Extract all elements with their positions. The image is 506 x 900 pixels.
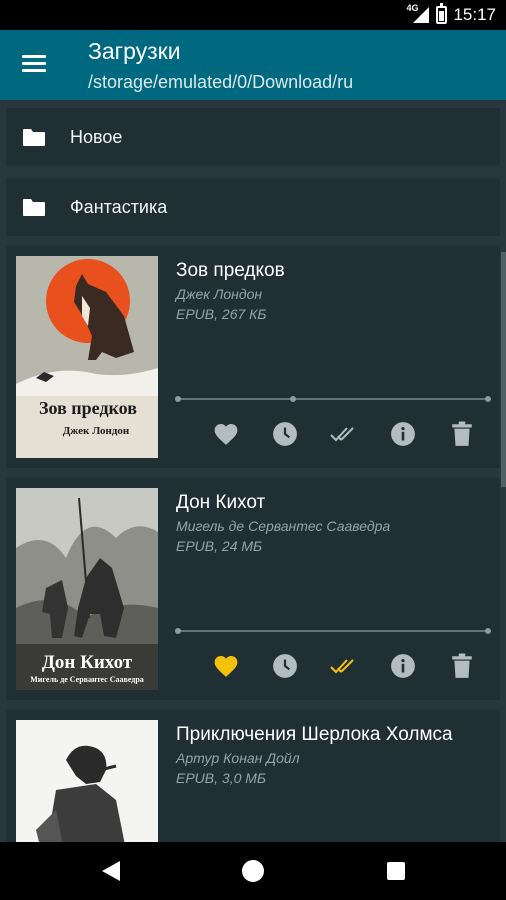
favorite-button[interactable] (206, 414, 246, 454)
back-button[interactable] (98, 857, 126, 885)
book-card-call-of-the-wild[interactable]: Зов предков Джек Лондон Зов предков Джек… (6, 246, 500, 468)
home-icon (242, 860, 264, 882)
book-format-size: EPUB, 3,0 МБ (176, 770, 267, 786)
book-card-sherlock-holmes[interactable]: Приключения Шерлока Холмса Артур Конан Д… (6, 710, 500, 842)
book-title: Дон Кихот (176, 492, 266, 513)
book-format-size: EPUB, 267 КБ (176, 306, 267, 322)
progress-dot (175, 396, 181, 402)
folder-icon (23, 199, 45, 216)
menu-icon-line (22, 62, 46, 65)
book-cover[interactable]: Зов предков Джек Лондон (16, 256, 158, 458)
book-author: Мигель де Сервантес Сааведра (176, 518, 391, 534)
folder-label: Фантастика (70, 196, 168, 217)
favorite-button[interactable] (206, 646, 246, 686)
cover-author-text: Мигель де Сервантес Сааведра (30, 675, 144, 684)
home-button[interactable] (239, 857, 267, 885)
info-icon (391, 422, 415, 446)
book-cover[interactable] (16, 720, 158, 842)
reading-progress-bar (175, 628, 491, 634)
double-check-icon (330, 659, 354, 674)
progress-dot (290, 396, 296, 402)
folder-item-new[interactable]: Новое (6, 108, 500, 166)
delete-button[interactable] (442, 414, 482, 454)
status-bar: 4G 15:17 (0, 0, 506, 30)
book-title: Зов предков (176, 260, 285, 281)
book-format-size: EPUB, 24 МБ (176, 538, 263, 554)
book-card-don-quixote[interactable]: Дон Кихот Мигель де Сервантес Сааведра Д… (6, 478, 500, 700)
status-icons: 4G 15:17 (406, 0, 496, 30)
progress-dot (175, 628, 181, 634)
progress-dot (485, 628, 491, 634)
page-title: Загрузки (88, 38, 181, 64)
book-actions (202, 646, 492, 686)
mark-read-button[interactable] (324, 414, 364, 454)
battery-icon (436, 3, 448, 24)
cover-title-text: Дон Кихот (42, 652, 133, 673)
scrollbar[interactable] (501, 252, 506, 487)
network-type: 4G (406, 3, 419, 13)
mark-read-button[interactable] (324, 646, 364, 686)
trash-icon (452, 653, 472, 678)
book-actions (202, 414, 492, 454)
menu-button[interactable] (20, 52, 48, 76)
clock-time: 15:17 (453, 5, 496, 24)
file-list[interactable]: Новое Фантастика Зов предков Джек Лондон… (0, 100, 506, 842)
menu-icon-line (22, 55, 46, 58)
clock-icon (273, 422, 297, 446)
cover-title-text: Зов предков (39, 398, 137, 418)
folder-icon (23, 129, 45, 146)
read-later-button[interactable] (265, 646, 305, 686)
double-check-icon (330, 427, 354, 442)
signal-icon: 4G (406, 3, 430, 24)
system-nav-bar (0, 842, 506, 900)
heart-icon (214, 424, 238, 445)
read-later-button[interactable] (265, 414, 305, 454)
heart-icon (214, 656, 238, 677)
book-cover[interactable]: Дон Кихот Мигель де Сервантес Сааведра (16, 488, 158, 690)
app-bar: Загрузки /storage/emulated/0/Download/ru (0, 30, 506, 100)
folder-path: /storage/emulated/0/Download/ru (88, 72, 354, 92)
menu-icon-line (22, 69, 46, 72)
back-icon (102, 861, 120, 881)
progress-dot (485, 396, 491, 402)
info-button[interactable] (383, 646, 423, 686)
cover-author-text: Джек Лондон (63, 425, 130, 437)
recents-icon (387, 862, 405, 880)
folder-item-fantasy[interactable]: Фантастика (6, 178, 500, 236)
book-title: Приключения Шерлока Холмса (176, 724, 453, 745)
info-icon (391, 654, 415, 678)
clock-icon (273, 654, 297, 678)
trash-icon (452, 421, 472, 446)
delete-button[interactable] (442, 646, 482, 686)
book-author: Джек Лондон (176, 286, 263, 302)
reading-progress-bar (175, 396, 491, 402)
folder-label: Новое (70, 126, 123, 147)
info-button[interactable] (383, 414, 423, 454)
recents-button[interactable] (382, 857, 410, 885)
book-author: Артур Конан Дойл (176, 750, 300, 766)
